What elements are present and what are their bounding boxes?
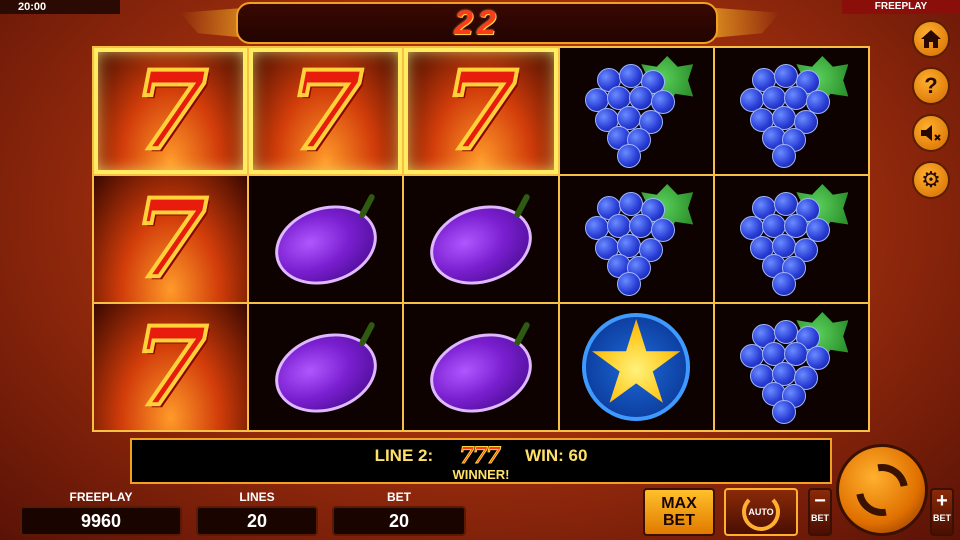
spin-button[interactable]: [836, 444, 928, 536]
sound-muted-icon: [921, 125, 941, 141]
reel-cell: [559, 176, 713, 302]
seven-symbol: 7: [131, 48, 210, 174]
home-button[interactable]: [912, 20, 950, 58]
sound-button[interactable]: [912, 114, 950, 152]
freeplay-label: FREEPLAY: [69, 490, 133, 504]
max-bet-label-top: MAX: [661, 495, 697, 512]
grapes-symbol: [726, 56, 856, 168]
autoplay-icon: AUTO: [742, 493, 780, 531]
reel-4: [559, 48, 713, 430]
grapes-symbol: [571, 184, 701, 296]
reel-5: [714, 48, 869, 430]
bet-decrease-label: BET: [811, 513, 829, 523]
gear-icon: ⚙: [921, 167, 941, 192]
bet-value: 20: [332, 506, 466, 536]
help-button[interactable]: ?: [912, 67, 950, 105]
bet-decrease-button[interactable]: − BET: [808, 488, 832, 536]
plus-icon: +: [936, 490, 948, 512]
question-icon: ?: [924, 73, 938, 98]
reel-cell: [714, 304, 869, 430]
settings-button[interactable]: ⚙: [912, 161, 950, 199]
plum-symbol: [419, 191, 543, 298]
lines-value[interactable]: 20: [196, 506, 318, 536]
win-amount: WIN: 60: [525, 446, 588, 465]
seven-symbol: 7: [131, 176, 210, 302]
reel-cell: [404, 304, 558, 430]
autoplay-button[interactable]: AUTO: [724, 488, 798, 536]
reel-grid: 77777: [92, 46, 870, 432]
plum-symbol: [264, 191, 387, 298]
lines-label: LINES: [239, 490, 275, 504]
max-bet-button[interactable]: MAX BET: [643, 488, 715, 536]
star-scatter-symbol: [582, 313, 691, 421]
bet-increase-button[interactable]: + BET: [930, 488, 954, 536]
side-menu: ? ⚙: [912, 20, 952, 199]
max-bet-label-bottom: BET: [663, 512, 695, 529]
reel-cell: 7: [94, 176, 248, 302]
reel-cell: [249, 176, 403, 302]
reel-cell: 7: [249, 48, 403, 174]
bet-increase-label: BET: [933, 513, 951, 523]
grapes-symbol: [726, 184, 856, 296]
plum-symbol: [419, 319, 543, 426]
home-icon: [921, 30, 941, 48]
minus-icon: −: [814, 490, 826, 512]
reel-cell: 7: [94, 48, 248, 174]
spin-arrows-icon: [845, 453, 919, 527]
reel-cell: [559, 304, 713, 430]
seven-symbol: 7: [286, 48, 365, 174]
reel-2: 7: [249, 48, 403, 430]
seven-symbol: 7: [131, 304, 210, 430]
grapes-symbol: [726, 312, 856, 424]
reel-cell: [714, 48, 869, 174]
freeplay-balance: 9960: [20, 506, 182, 536]
mode-indicator: FREEPLAY: [842, 0, 960, 14]
reel-cell: [404, 176, 558, 302]
win-line-label: LINE 2:: [374, 446, 434, 465]
plum-symbol: [264, 319, 387, 426]
bet-label: BET: [387, 490, 411, 504]
reel-cell: [714, 176, 869, 302]
reel-cell: 7: [94, 304, 248, 430]
grapes-symbol: [571, 56, 701, 168]
winner-text: WINNER!: [452, 467, 510, 482]
reel-cell: [559, 48, 713, 174]
clock: 20:00: [0, 0, 120, 14]
win-banner: LINE 2: 777 WIN: 60 WINNER!: [130, 438, 832, 484]
reel-cell: [249, 304, 403, 430]
reel-1: 777: [94, 48, 248, 430]
autoplay-label: AUTO: [748, 507, 774, 517]
free-spins-counter: 22: [236, 2, 718, 44]
reel-cell: 7: [404, 48, 558, 174]
win-line-symbols: 777: [459, 443, 502, 470]
seven-symbol: 7: [441, 48, 520, 174]
reel-3: 7: [404, 48, 558, 430]
